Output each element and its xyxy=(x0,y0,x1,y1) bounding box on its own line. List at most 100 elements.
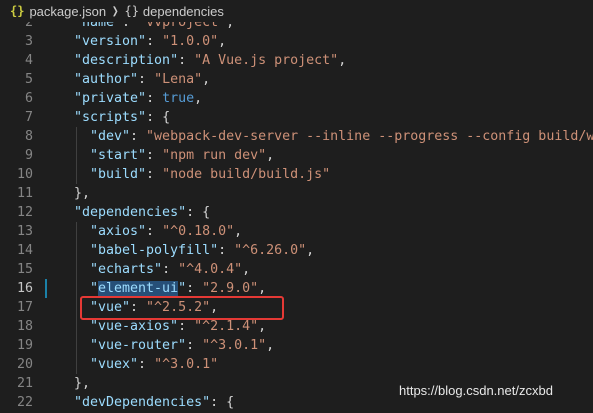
line-number: 19 xyxy=(16,338,33,353)
code-text: "echarts": "^4.0.4", xyxy=(90,260,250,279)
json-punctuation: , xyxy=(242,262,251,277)
json-string-value: "vvproject" xyxy=(138,22,227,30)
code-text: "scripts": { xyxy=(74,108,170,127)
json-string-value: "^0.18.0" xyxy=(162,224,235,239)
json-punctuation: : xyxy=(146,34,163,49)
code-text: "vue": "^2.5.2", xyxy=(90,298,218,317)
json-punctuation: : xyxy=(138,357,155,372)
code-text: }, xyxy=(74,374,90,393)
json-punctuation: , xyxy=(202,72,211,87)
line-number: 5 xyxy=(24,72,33,87)
code-line[interactable]: 15 "echarts": "^4.0.4", xyxy=(0,260,593,279)
json-string-value: "1.0.0" xyxy=(162,34,219,49)
code-line[interactable]: 19 "vue-router": "^3.0.1", xyxy=(0,336,593,355)
json-punctuation: : xyxy=(186,338,203,353)
code-editor[interactable]: 2 "name": "vvproject", 3 "version": "1.0.0"… xyxy=(0,22,593,413)
json-key: "babel-polyfill" xyxy=(90,243,219,258)
code-text: "dependencies": { xyxy=(74,203,210,222)
json-punctuation: , xyxy=(226,22,235,30)
json-punctuation: , xyxy=(306,243,315,258)
indent-guide xyxy=(76,336,77,355)
line-number: 2 xyxy=(24,22,33,30)
json-string-value: "^4.0.4" xyxy=(178,262,243,277)
json-string-value: "Lena" xyxy=(154,72,203,87)
indent-guide xyxy=(76,146,77,165)
breadcrumb-file[interactable]: package.json xyxy=(29,4,106,19)
json-string-value: "npm run dev" xyxy=(162,148,267,163)
indent-guide xyxy=(76,317,77,336)
json-punctuation: : xyxy=(130,300,147,315)
json-string-value: "node build/build.js" xyxy=(162,167,331,182)
json-punctuation: , xyxy=(218,34,227,49)
line-number: 12 xyxy=(16,205,33,220)
json-string-value: "^3.0.1" xyxy=(202,338,267,353)
line-number: 13 xyxy=(16,224,33,239)
json-key: "dev" xyxy=(90,129,131,144)
json-key: "echarts" xyxy=(90,262,163,277)
line-number: 20 xyxy=(16,357,33,372)
code-line[interactable]: 3 "version": "1.0.0", xyxy=(0,32,593,51)
code-text: "axios": "^0.18.0", xyxy=(90,222,242,241)
indent-guide xyxy=(76,127,77,146)
json-key: "private" xyxy=(74,91,147,106)
json-punctuation: : { xyxy=(186,205,211,220)
line-number: 21 xyxy=(16,376,33,391)
breadcrumb-symbol[interactable]: dependencies xyxy=(143,4,224,19)
code-line[interactable]: 7 "scripts": { xyxy=(0,108,593,127)
code-text: "name": "vvproject", xyxy=(74,22,234,32)
json-punctuation: : xyxy=(146,148,163,163)
json-string-value: "^2.1.4" xyxy=(194,319,259,334)
code-line[interactable]: 12 "dependencies": { xyxy=(0,203,593,222)
code-line[interactable]: 14 "babel-polyfill": "^6.26.0", xyxy=(0,241,593,260)
code-line[interactable]: 9 "start": "npm run dev", xyxy=(0,146,593,165)
json-file-icon: {} xyxy=(10,4,25,18)
json-key: " xyxy=(178,281,187,296)
json-punctuation: }, xyxy=(74,376,91,391)
code-line[interactable]: 10 "build": "node build/build.js" xyxy=(0,165,593,184)
json-punctuation: }, xyxy=(74,186,91,201)
line-number: 16 xyxy=(16,281,33,296)
json-punctuation: : { xyxy=(210,395,235,410)
code-line[interactable]: 11}, xyxy=(0,184,593,203)
json-key: "vue-axios" xyxy=(90,319,179,334)
json-key: "author" xyxy=(74,72,139,87)
indent-guide xyxy=(76,298,77,317)
code-line[interactable]: 8 "dev": "webpack-dev-server --inline --p… xyxy=(0,127,593,146)
code-line[interactable]: 4 "description": "A Vue.js project", xyxy=(0,51,593,70)
json-key: "axios" xyxy=(90,224,147,239)
json-key: "vue-router" xyxy=(90,338,187,353)
line-number: 8 xyxy=(24,129,33,144)
code-text: "vue-axios": "^2.1.4", xyxy=(90,317,266,336)
indent-guide xyxy=(76,165,77,184)
code-line[interactable]: 18 "vue-axios": "^2.1.4", xyxy=(0,317,593,336)
json-punctuation: , xyxy=(234,224,243,239)
code-line[interactable]: 6 "private": true, xyxy=(0,89,593,108)
code-text: "start": "npm run dev", xyxy=(90,146,274,165)
line-number: 15 xyxy=(16,262,33,277)
code-text: "devDependencies": { xyxy=(74,393,234,412)
code-line[interactable]: 5 "author": "Lena", xyxy=(0,70,593,89)
json-punctuation: : { xyxy=(146,110,171,125)
json-punctuation: : xyxy=(138,72,155,87)
code-line[interactable]: 2 "name": "vvproject", xyxy=(0,22,593,32)
code-text: }, xyxy=(74,184,90,203)
code-lines: 2 "name": "vvproject", 3 "version": "1.0.0"… xyxy=(0,22,593,412)
line-number: 22 xyxy=(16,395,33,410)
code-line[interactable]: 13 "axios": "^0.18.0", xyxy=(0,222,593,241)
json-punctuation: : xyxy=(130,129,147,144)
code-line[interactable]: 20 "vuex": "^3.0.1" xyxy=(0,355,593,374)
json-punctuation: , xyxy=(194,91,203,106)
json-key: "name" xyxy=(74,22,123,30)
json-punctuation: , xyxy=(266,338,275,353)
json-string-value: "2.9.0" xyxy=(202,281,259,296)
code-text: "dev": "webpack-dev-server --inline --pr… xyxy=(90,127,593,146)
json-punctuation: : xyxy=(146,91,163,106)
json-punctuation: : xyxy=(146,224,163,239)
json-punctuation: , xyxy=(210,300,219,315)
code-text: "babel-polyfill": "^6.26.0", xyxy=(90,241,314,260)
code-line[interactable]: 16 "element-ui": "2.9.0", xyxy=(0,279,593,298)
code-text: "vuex": "^3.0.1" xyxy=(90,355,218,374)
line-number: 17 xyxy=(16,300,33,315)
code-line[interactable]: 17 "vue": "^2.5.2", xyxy=(0,298,593,317)
json-string-value: "webpack-dev-server --inline --progress … xyxy=(146,129,593,144)
